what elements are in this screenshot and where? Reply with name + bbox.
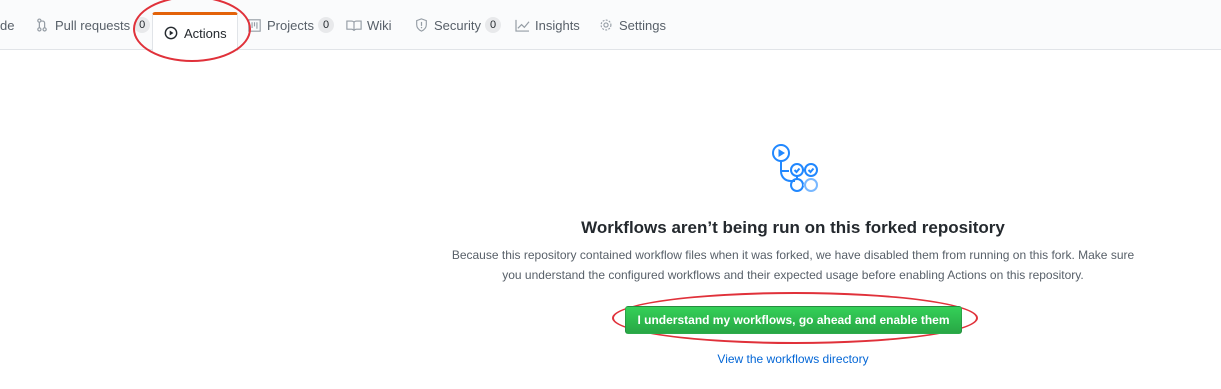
- tab-pull-requests-label: Pull requests: [55, 17, 131, 33]
- project-board-icon: [246, 17, 262, 33]
- tab-settings[interactable]: Settings: [598, 0, 666, 50]
- book-icon: [346, 17, 362, 33]
- blankslate-title: Workflows aren’t being run on this forke…: [581, 218, 1005, 237]
- pull-requests-counter: 0: [134, 17, 151, 33]
- tab-pull-requests[interactable]: Pull requests 0: [34, 0, 151, 50]
- view-workflows-directory-link[interactable]: View the workflows directory: [430, 352, 1156, 366]
- workflow-icon: [772, 144, 818, 192]
- tab-settings-label: Settings: [619, 17, 666, 33]
- tab-actions-label: Actions: [184, 25, 227, 41]
- repo-nav: de Pull requests 0 Actions Projects 0 Wi…: [0, 0, 1221, 51]
- tab-actions[interactable]: Actions: [152, 12, 238, 51]
- pull-request-icon: [34, 17, 50, 33]
- security-counter: 0: [484, 17, 502, 33]
- play-circle-icon: [163, 25, 179, 41]
- enable-workflows-button[interactable]: I understand my workflows, go ahead and …: [625, 306, 962, 334]
- tab-code-label: de: [0, 17, 15, 33]
- graph-icon: [514, 17, 530, 33]
- gear-icon: [598, 17, 614, 33]
- blankslate-description-line-2: you understand the configured workflows …: [502, 268, 1084, 282]
- tab-wiki[interactable]: Wiki: [346, 0, 392, 50]
- shield-icon: [413, 17, 429, 33]
- projects-counter: 0: [317, 17, 335, 33]
- tab-security-label: Security: [434, 17, 481, 33]
- tab-wiki-label: Wiki: [367, 17, 392, 33]
- tab-security[interactable]: Security 0: [413, 0, 502, 50]
- tab-insights[interactable]: Insights: [514, 0, 580, 50]
- tab-projects-label: Projects: [267, 17, 314, 33]
- tab-code[interactable]: de: [0, 0, 14, 50]
- tab-insights-label: Insights: [535, 17, 580, 33]
- blankslate-description: Because this repository contained workfl…: [430, 245, 1156, 285]
- blankslate-description-line-1: Because this repository contained workfl…: [451, 248, 1135, 262]
- workflows-blankslate: [430, 140, 1156, 196]
- tab-projects[interactable]: Projects 0: [246, 0, 335, 50]
